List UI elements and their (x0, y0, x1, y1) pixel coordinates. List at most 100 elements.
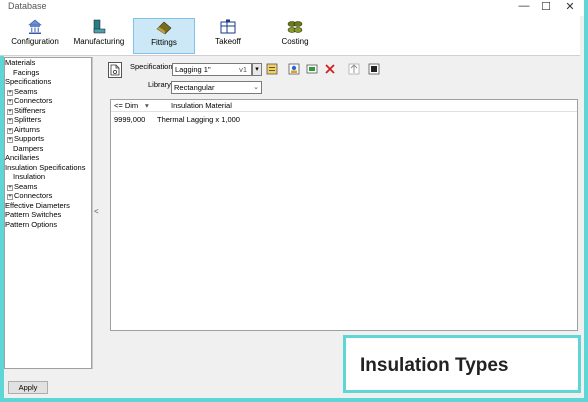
fittings-icon (156, 21, 172, 35)
main-toolbar: Configuration Manufacturing Fittings Tak… (0, 16, 580, 56)
tree-item-label: Airturns (14, 124, 40, 134)
tree-item[interactable]: Materials (5, 58, 91, 68)
user-icon[interactable] (288, 63, 300, 75)
costing-icon (287, 21, 303, 33)
delete-glyph (325, 64, 335, 74)
column-header-material[interactable]: Insulation Material (171, 100, 232, 112)
move-icon[interactable] (348, 63, 360, 75)
tree-item-label: Pattern Options (5, 219, 58, 229)
sort-arrow-icon[interactable]: ▾ (145, 100, 149, 112)
sidebar-splitter[interactable]: < (92, 57, 100, 369)
tree-item-label: Facings (13, 67, 40, 77)
specification-version: v1 (239, 65, 247, 74)
tree-item[interactable]: Insulation (5, 172, 91, 182)
manufacturing-label: Manufacturing (73, 37, 125, 46)
column-header-dim[interactable]: <= Dim (114, 100, 138, 112)
specification-label: Specification (130, 62, 173, 71)
tree-item[interactable]: + Seams (5, 87, 91, 97)
stop-glyph (368, 63, 380, 75)
expand-icon[interactable]: + (7, 184, 13, 191)
properties-glyph (266, 63, 278, 75)
costing-button[interactable]: Costing (270, 18, 320, 54)
tree-item-label: Specifications (5, 77, 52, 86)
library-value: Rectangular (174, 83, 215, 92)
tree-item[interactable]: Ancillaries (5, 153, 91, 163)
library-select[interactable]: Rectangular ⌄ (171, 81, 262, 94)
row-dim: 9999,000 (114, 115, 146, 124)
tree-item[interactable]: + Supports (5, 134, 91, 144)
window-title: Database (8, 1, 47, 11)
user-glyph (288, 63, 300, 75)
insulation-grid: <= Dim ▾ Insulation Material 9999,000 Th… (110, 99, 578, 331)
tree-item[interactable]: + Airturns (5, 125, 91, 135)
costing-label: Costing (281, 37, 309, 46)
tree-item[interactable]: Pattern Switches (5, 210, 91, 220)
specification-value: Lagging 1" (175, 65, 211, 74)
expand-icon[interactable]: + (7, 118, 13, 124)
tree-item[interactable]: + Connectors (5, 96, 91, 106)
expand-icon[interactable]: + (7, 194, 13, 200)
document-glyph (110, 64, 120, 76)
tree-item-label: Seams (14, 181, 38, 191)
grid-row[interactable]: 9999,000 Thermal Lagging x 1,000 (111, 112, 577, 124)
takeoff-button[interactable]: Takeoff (202, 18, 254, 54)
configuration-button[interactable]: Configuration (6, 18, 64, 54)
delete-icon[interactable] (324, 63, 336, 75)
expand-icon[interactable]: + (7, 108, 13, 115)
configuration-label: Configuration (11, 37, 59, 46)
expand-icon[interactable]: + (7, 99, 13, 105)
tree-item-label: Materials (5, 58, 36, 67)
tree-item[interactable]: Effective Diameters (5, 201, 91, 211)
expand-icon[interactable]: + (7, 127, 13, 134)
tree-item-label: Insulation Specifications (5, 162, 86, 172)
takeoff-icon (220, 19, 236, 34)
document-icon[interactable] (108, 62, 122, 78)
tree-item-label: Ancillaries (5, 153, 40, 162)
expand-icon[interactable]: + (7, 137, 13, 143)
add-glyph (306, 64, 318, 74)
move-glyph (348, 63, 360, 75)
row-material: Thermal Lagging x 1,000 (157, 115, 240, 124)
expand-icon[interactable]: + (7, 89, 13, 96)
grid-header: <= Dim ▾ Insulation Material (111, 100, 577, 112)
tree-item-label: Effective Diameters (5, 200, 70, 210)
tree-items: Materials Facings Specifications + Seams + Con… (5, 58, 91, 229)
specification-select[interactable]: Lagging 1" v1 (172, 63, 252, 76)
fittings-button[interactable]: Fittings (133, 18, 195, 54)
minimize-button[interactable]: — (514, 0, 534, 14)
tree-item-label: Connectors (14, 96, 53, 105)
tree-item[interactable]: + Connectors (5, 191, 91, 201)
tree-item[interactable]: Pattern Options (5, 220, 91, 230)
tree-item-label: Insulation (13, 172, 46, 181)
apply-button[interactable]: Apply (8, 381, 48, 394)
tree-item[interactable]: + Stiffeners (5, 106, 91, 116)
tree-item[interactable]: + Splitters (5, 115, 91, 125)
add-icon[interactable] (306, 63, 318, 75)
caption-text: Insulation Types (360, 355, 509, 376)
properties-icon[interactable] (266, 63, 278, 75)
tree-item-label: Splitters (14, 115, 42, 124)
fittings-label: Fittings (151, 38, 177, 47)
tree-item-label: Connectors (14, 191, 53, 200)
tree-item[interactable]: + Seams (5, 182, 91, 192)
takeoff-label: Takeoff (215, 37, 241, 46)
manufacturing-icon (93, 19, 106, 34)
manufacturing-button[interactable]: Manufacturing (70, 18, 128, 54)
tree-item-label: Stiffeners (14, 105, 46, 115)
chevron-down-icon: ⌄ (253, 84, 259, 91)
collapse-arrow-icon[interactable]: < (94, 207, 99, 216)
tree-item-label: Dampers (13, 143, 44, 153)
tree-item-label: Seams (14, 86, 38, 96)
tree-item-label: Pattern Switches (5, 210, 62, 219)
configuration-icon (28, 19, 42, 34)
title-bar: Database — ☐ ✕ (0, 0, 584, 16)
specification-dropdown-button[interactable]: ▾ (252, 63, 262, 76)
caption-box: Insulation Types (343, 335, 581, 393)
close-button[interactable]: ✕ (560, 0, 580, 14)
tree-item[interactable]: Insulation Specifications (5, 163, 91, 173)
tree-item[interactable]: Specifications (5, 77, 91, 87)
maximize-button[interactable]: ☐ (536, 0, 556, 14)
tree-item[interactable]: Dampers (5, 144, 91, 154)
stop-icon[interactable] (368, 63, 380, 75)
tree-item[interactable]: Facings (5, 68, 91, 78)
